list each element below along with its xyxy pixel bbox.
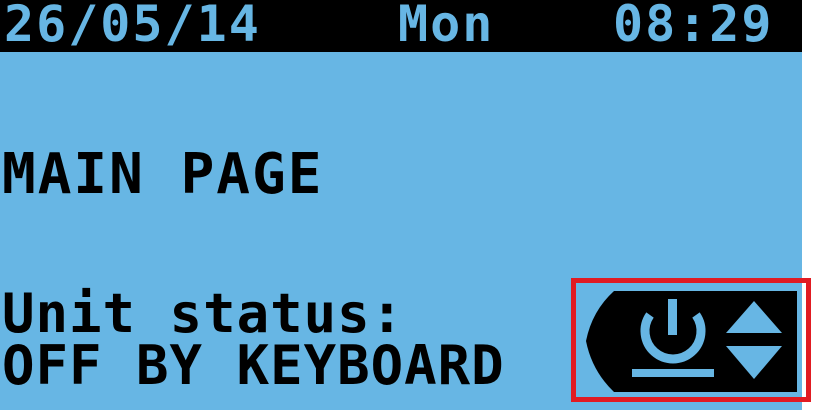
unit-status-value: OFF BY KEYBOARD [2,334,505,397]
status-bar: 26/05/14 Mon 08:29 [0,0,802,52]
unit-status-label: Unit status: [2,282,405,345]
time-display: 08:29 [613,0,774,53]
day-display: Mon [398,0,495,53]
page-title: MAIN PAGE [2,142,324,207]
date-display: 26/05/14 [4,0,261,53]
highlight-frame [571,278,811,402]
